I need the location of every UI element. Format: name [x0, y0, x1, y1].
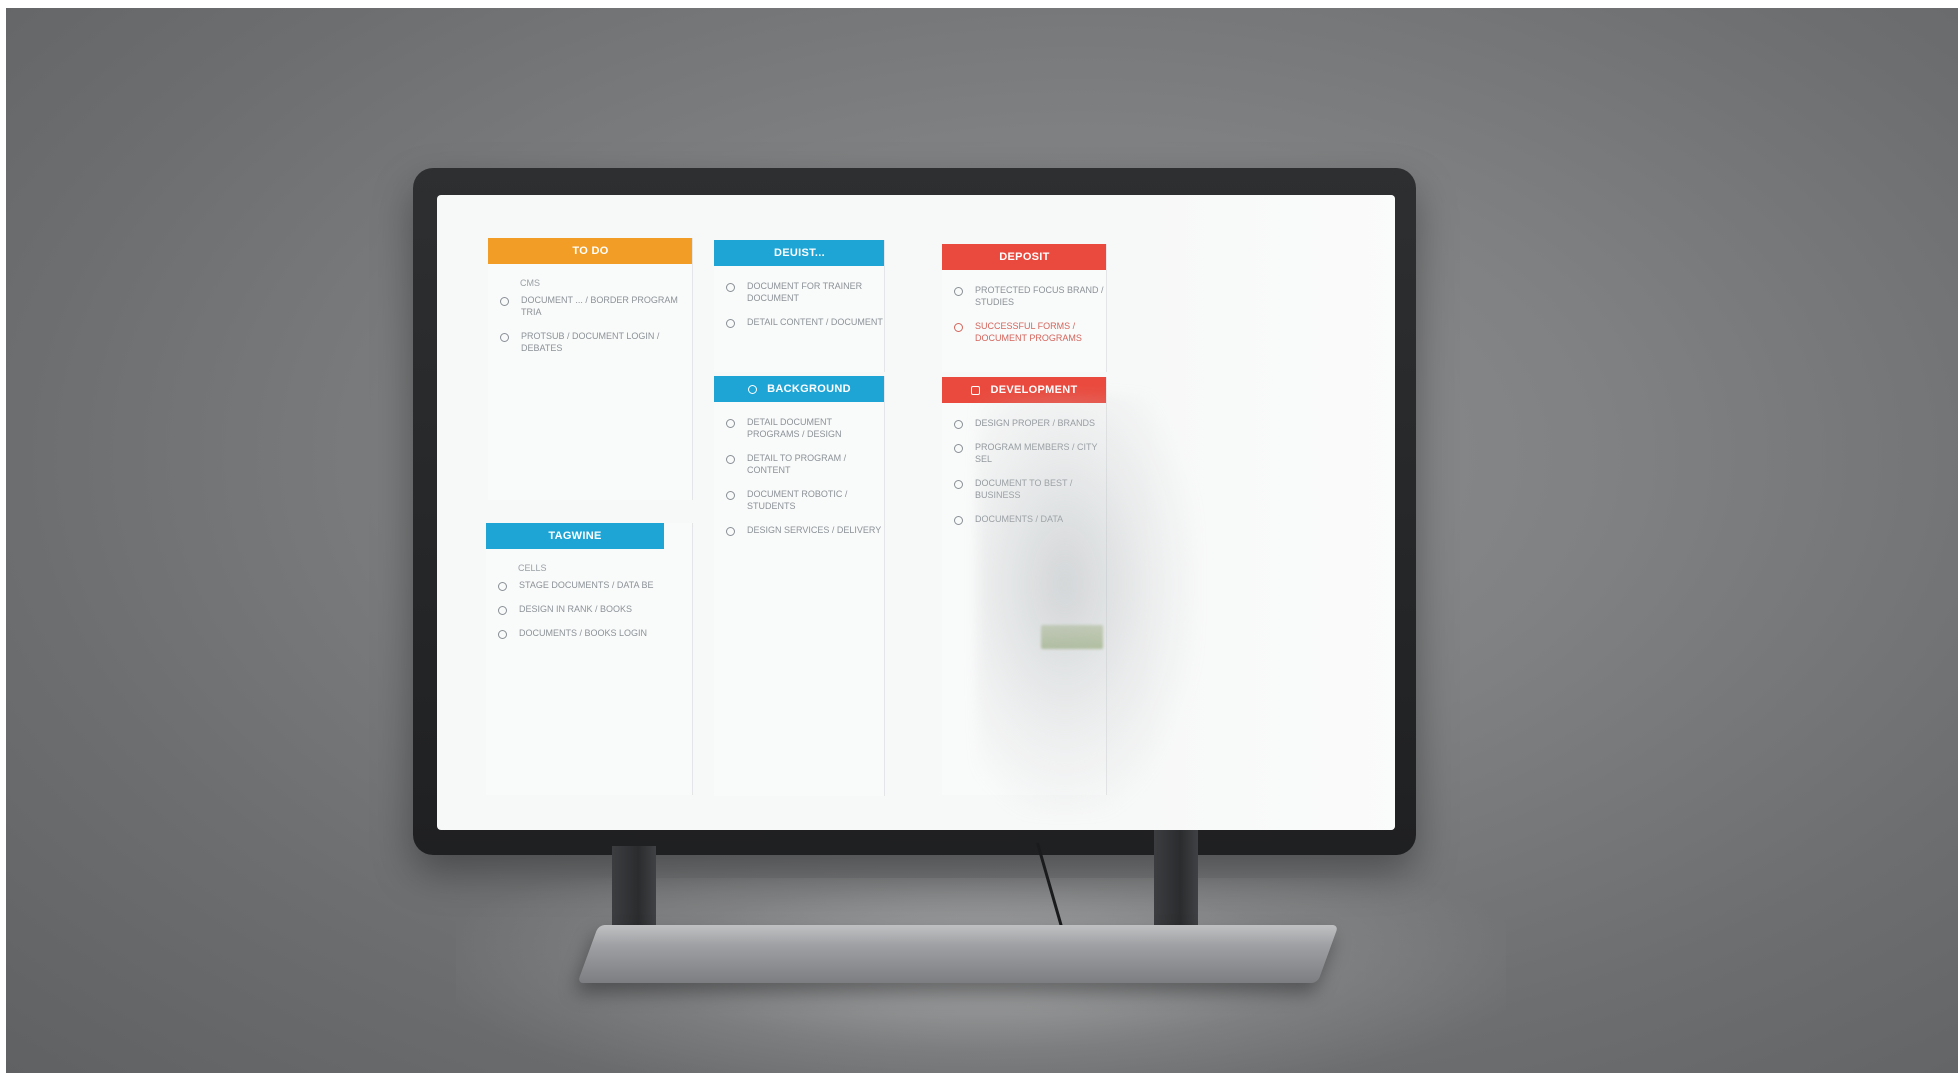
photo-backdrop: TO DO CMS DOCUMENT ... / BORDER PROGRAM … [6, 8, 1958, 1073]
task-card[interactable]: DOCUMENTS / BOOKS LOGIN [498, 627, 693, 639]
column-subtitle: CELLS [518, 563, 547, 573]
task-text: SUCCESSFUL FORMS / DOCUMENT PROGRAMS [975, 321, 1082, 343]
task-text: DESIGN SERVICES / DELIVERY [747, 525, 882, 535]
column-red-top: DEPOSIT PROTECTED FOCUS BRAND / STUDIES … [942, 244, 1107, 372]
square-icon [971, 385, 981, 395]
task-card[interactable]: PROGRAM MEMBERS / CITY SEL [954, 441, 1107, 465]
screen-fade [1137, 195, 1395, 830]
task-text: DESIGN IN RANK / BOOKS [519, 604, 633, 614]
card-list: DETAIL DOCUMENT PROGRAMS / DESIGN DETAIL… [714, 416, 885, 536]
circle-icon [726, 319, 735, 328]
task-card[interactable]: DOCUMENTS / DATA [954, 513, 1107, 525]
column-title: TAGWINE [548, 530, 602, 542]
circle-icon [498, 606, 507, 615]
task-text: DESIGN PROPER / BRANDS [975, 418, 1096, 428]
card-list: DOCUMENT ... / BORDER PROGRAM TRIA PROTS… [488, 294, 693, 354]
kanban-board-screen: TO DO CMS DOCUMENT ... / BORDER PROGRAM … [437, 195, 1395, 830]
column-title: BACKGROUND [767, 383, 851, 395]
task-text: DOCUMENT FOR TRAINER DOCUMENT [747, 281, 863, 303]
circle-icon [726, 527, 735, 536]
task-card[interactable]: DETAIL CONTENT / DOCUMENT [726, 316, 885, 328]
column-header[interactable]: DEPOSIT [942, 244, 1107, 270]
circle-icon [954, 480, 963, 489]
column-tagwine: TAGWINE CELLS STAGE DOCUMENTS / DATA BE … [486, 523, 693, 795]
monitor: TO DO CMS DOCUMENT ... / BORDER PROGRAM … [413, 168, 1416, 855]
task-text: DETAIL DOCUMENT PROGRAMS / DESIGN [747, 417, 842, 439]
circle-icon [954, 287, 963, 296]
column-header[interactable]: DEUIST... [714, 240, 885, 266]
circle-icon [498, 582, 507, 591]
task-card[interactable]: SUCCESSFUL FORMS / DOCUMENT PROGRAMS [954, 320, 1107, 344]
column-header[interactable]: DEVELOPMENT [942, 377, 1107, 403]
task-card[interactable]: DETAIL DOCUMENT PROGRAMS / DESIGN [726, 416, 885, 440]
card-list: DOCUMENT FOR TRAINER DOCUMENT DETAIL CON… [714, 280, 885, 328]
card-list: DESIGN PROPER / BRANDS PROGRAM MEMBERS /… [942, 417, 1107, 525]
task-text: PROGRAM MEMBERS / CITY SEL [975, 442, 1098, 464]
task-text: DOCUMENTS / DATA [975, 514, 1064, 524]
task-card[interactable]: DOCUMENT FOR TRAINER DOCUMENT [726, 280, 885, 304]
dragged-card[interactable] [1041, 625, 1103, 649]
circle-icon [726, 455, 735, 464]
column-blue-top: DEUIST... DOCUMENT FOR TRAINER DOCUMENT … [714, 240, 885, 372]
column-to-do: TO DO CMS DOCUMENT ... / BORDER PROGRAM … [488, 238, 693, 500]
task-card[interactable]: STAGE DOCUMENTS / DATA BE [498, 579, 693, 591]
task-text: STAGE DOCUMENTS / DATA BE [519, 580, 654, 590]
column-title: DEVELOPMENT [990, 384, 1078, 396]
card-list: STAGE DOCUMENTS / DATA BE DESIGN IN RANK… [486, 579, 693, 639]
column-header[interactable]: TO DO [488, 238, 693, 264]
task-card[interactable]: DESIGN IN RANK / BOOKS [498, 603, 693, 615]
task-text: DOCUMENT TO BEST / BUSINESS [975, 478, 1073, 500]
circle-icon [500, 333, 509, 342]
task-card[interactable]: DESIGN SERVICES / DELIVERY [726, 524, 885, 536]
column-title: DEUIST... [774, 247, 825, 259]
circle-icon [726, 283, 735, 292]
task-text: PROTSUB / DOCUMENT LOGIN / DEBATES [521, 331, 660, 353]
column-header[interactable]: TAGWINE [486, 523, 664, 549]
circle-icon [954, 323, 963, 332]
circle-icon [954, 444, 963, 453]
circle-icon [726, 491, 735, 500]
task-text: DETAIL TO PROGRAM / CONTENT [747, 453, 847, 475]
column-background: BACKGROUND DETAIL DOCUMENT PROGRAMS / DE… [714, 376, 885, 796]
task-card[interactable]: PROTSUB / DOCUMENT LOGIN / DEBATES [500, 330, 693, 354]
task-card[interactable]: DETAIL TO PROGRAM / CONTENT [726, 452, 885, 476]
task-text: PROTECTED FOCUS BRAND / STUDIES [975, 285, 1104, 307]
stand-base [577, 925, 1339, 983]
column-development: DEVELOPMENT DESIGN PROPER / BRANDS PROGR… [942, 377, 1107, 795]
column-title: DEPOSIT [999, 251, 1050, 263]
task-card[interactable]: DOCUMENT ROBOTIC / STUDENTS [726, 488, 885, 512]
task-card[interactable]: PROTECTED FOCUS BRAND / STUDIES [954, 284, 1107, 308]
circle-icon [498, 630, 507, 639]
circle-icon [500, 297, 509, 306]
task-text: DOCUMENTS / BOOKS LOGIN [519, 628, 648, 638]
task-text: DETAIL CONTENT / DOCUMENT [747, 317, 883, 327]
stand-post-right [1154, 830, 1198, 930]
circle-icon [748, 384, 758, 394]
task-card[interactable]: DESIGN PROPER / BRANDS [954, 417, 1107, 429]
circle-icon [954, 516, 963, 525]
column-title: TO DO [572, 245, 609, 257]
card-list: PROTECTED FOCUS BRAND / STUDIES SUCCESSF… [942, 284, 1107, 344]
task-card[interactable]: DOCUMENT TO BEST / BUSINESS [954, 477, 1107, 501]
column-subtitle: CMS [520, 278, 540, 288]
circle-icon [726, 419, 735, 428]
task-card[interactable]: DOCUMENT ... / BORDER PROGRAM TRIA [500, 294, 693, 318]
column-header[interactable]: BACKGROUND [714, 376, 885, 402]
task-text: DOCUMENT ROBOTIC / STUDENTS [747, 489, 848, 511]
circle-icon [954, 420, 963, 429]
task-text: DOCUMENT ... / BORDER PROGRAM TRIA [521, 295, 678, 317]
